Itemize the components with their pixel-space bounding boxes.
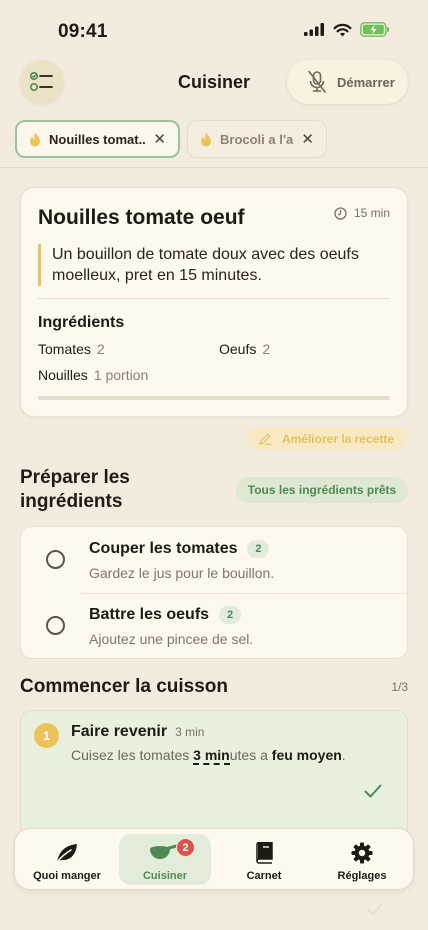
prep-title-line: Préparer les — [20, 467, 130, 488]
checkmark-icon — [367, 903, 383, 915]
step-counter: 1/3 — [391, 680, 408, 694]
step-text-highlight: feu moyen — [271, 747, 342, 763]
step-number: 1 — [34, 723, 59, 748]
signal-icon — [304, 23, 324, 36]
nav-item-cuisiner[interactable]: Cuisiner 2 — [119, 834, 211, 885]
ingredient-name: Nouilles — [38, 367, 88, 383]
checkmark-icon[interactable] — [364, 784, 382, 799]
recipe-time: 15 min — [334, 206, 390, 220]
ingredient-item: Tomates 2 — [38, 341, 105, 357]
prep-item-title: Battre les oeufs — [89, 606, 210, 623]
ingredient-item: Nouilles 1 portion — [38, 367, 148, 383]
close-icon[interactable]: ✕ — [301, 130, 314, 148]
recipe-time-value: 15 min — [353, 206, 390, 220]
start-label: Démarrer — [337, 74, 395, 90]
recipe-card: Nouilles tomate oeuf 15 min Un bouillon … — [20, 187, 408, 417]
bottom-nav: Quoi manger Cuisiner 2 Carnet Réglages — [14, 828, 414, 890]
divider — [38, 298, 390, 299]
improve-recipe-button[interactable]: Améliorer la recette — [246, 428, 408, 450]
tab-recipe[interactable]: Brocoli a l'ail ✕ — [187, 120, 327, 158]
status-bar: 09:41 — [0, 0, 428, 56]
flame-icon — [30, 132, 40, 146]
notification-badge: 2 — [176, 838, 195, 857]
prep-list: Couper les tomates 2 Gardez le jus pour … — [20, 526, 408, 659]
leaf-icon — [56, 844, 77, 863]
nav-item-reglages[interactable]: Réglages — [316, 834, 408, 885]
nav-label: Carnet — [246, 870, 282, 882]
step-text: Cuisez les tomates 3 minutes a feu moyen… — [71, 747, 346, 765]
recipe-description: Un bouillon de tomate doux avec des oeuf… — [38, 244, 378, 286]
step-title-row: Faire revenir 3 min — [71, 723, 204, 741]
prep-title-line: ingrédients — [20, 491, 123, 512]
prep-item-title-row: Battre les oeufs 2 — [89, 606, 242, 624]
header: Cuisiner Démarrer — [0, 56, 428, 112]
nav-item-quoi-manger[interactable]: Quoi manger — [21, 834, 113, 885]
list-item[interactable]: Battre les oeufs 2 Ajoutez une pincee de… — [21, 593, 409, 659]
nav-label: Quoi manger — [33, 870, 101, 882]
radio-button[interactable] — [46, 616, 65, 635]
status-icons — [304, 22, 390, 37]
prep-item-title-row: Couper les tomates 2 — [89, 540, 270, 558]
clock-icon — [334, 206, 347, 220]
ingredient-qty: 1 portion — [93, 367, 149, 383]
improve-recipe-label: Améliorer la recette — [281, 432, 394, 446]
flame-icon — [201, 132, 211, 146]
ingredient-qty: 2 — [262, 341, 271, 357]
start-voice-button[interactable]: Démarrer — [287, 60, 408, 104]
radio-button[interactable] — [46, 550, 65, 569]
gear-icon — [351, 842, 373, 864]
recipe-progress-bar — [38, 396, 390, 400]
recipe-tabs: Nouilles tomat... ✕ Brocoli a l'ail ✕ — [15, 120, 327, 158]
pencil-icon — [259, 433, 272, 445]
prep-section-title: Préparer les ingrédients — [20, 466, 130, 514]
wifi-icon — [333, 23, 352, 36]
cooking-section-title: Commencer la cuisson — [20, 676, 229, 697]
step-text-part: Cuisez les tomates — [71, 747, 194, 763]
step-duration: 3 min — [175, 725, 205, 739]
ingredient-name: Tomates — [38, 341, 91, 357]
divider — [0, 167, 428, 168]
count-badge: 2 — [247, 540, 270, 558]
step-text-part: . — [341, 747, 346, 763]
prep-item-subtitle: Ajoutez une pincee de sel. — [89, 631, 254, 647]
nav-label: Cuisiner — [142, 870, 187, 882]
count-badge: 2 — [219, 606, 242, 624]
step-timer-link[interactable]: 3 min — [193, 747, 230, 765]
ingredient-name: Oeufs — [219, 341, 257, 357]
recipe-title: Nouilles tomate oeuf — [38, 206, 245, 229]
nav-item-carnet[interactable]: Carnet — [218, 834, 310, 885]
all-ingredients-ready-button[interactable]: Tous les ingrédients prêts — [236, 477, 408, 503]
book-icon — [256, 842, 273, 864]
prep-item-title: Couper les tomates — [89, 540, 238, 557]
ingredients-title: Ingrédients — [38, 314, 125, 331]
tab-recipe-active[interactable]: Nouilles tomat... ✕ — [15, 120, 180, 158]
battery-charging-icon — [360, 22, 389, 37]
list-item[interactable]: Couper les tomates 2 Gardez le jus pour … — [21, 527, 409, 593]
ingredient-qty: 2 — [96, 341, 105, 357]
tab-label: Brocoli a l'ail — [220, 131, 294, 147]
ingredient-item: Oeufs 2 — [219, 341, 270, 357]
nav-label: Réglages — [337, 870, 387, 882]
step-title: Faire revenir — [71, 723, 168, 740]
tab-label: Nouilles tomat... — [49, 131, 146, 147]
prep-item-subtitle: Gardez le jus pour le bouillon. — [89, 565, 275, 581]
microphone-off-icon — [308, 70, 326, 93]
step-text-part: utes a — [229, 747, 272, 763]
close-icon[interactable]: ✕ — [153, 130, 166, 148]
status-time: 09:41 — [58, 21, 108, 42]
